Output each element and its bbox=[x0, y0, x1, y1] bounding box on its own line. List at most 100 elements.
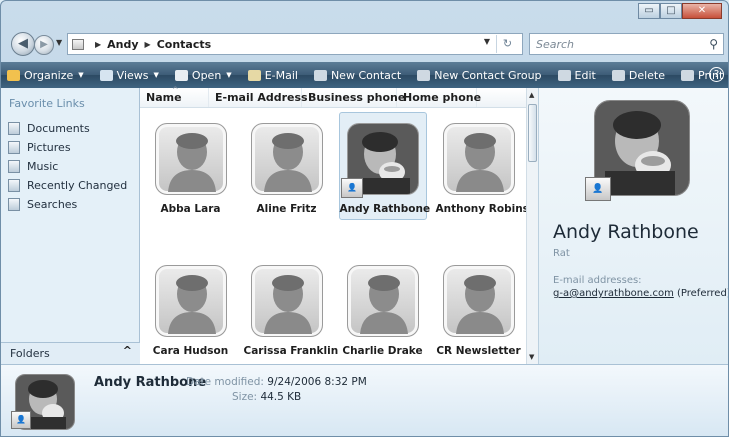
toolbar-views-button[interactable]: Views ▼ bbox=[99, 69, 159, 82]
contact-placeholder-icon bbox=[154, 265, 227, 337]
searches-icon bbox=[8, 198, 20, 211]
contact-name: Charlie Drake bbox=[342, 345, 423, 357]
organize-icon bbox=[7, 69, 20, 81]
close-button[interactable]: ✕ bbox=[682, 3, 722, 19]
preview-pane: 👤 Andy Rathbone Rat E-mail addresses: g-… bbox=[538, 88, 729, 364]
date-modified-label: Date modified: bbox=[186, 376, 264, 388]
contact-tile: CR Newsletter bbox=[435, 254, 523, 362]
favorite-links-title: Favorite Links bbox=[9, 97, 85, 110]
nav-item-label: Searches bbox=[27, 198, 78, 211]
contact-item[interactable]: CR Newsletter bbox=[431, 254, 526, 362]
navigation-pane: Favorite Links Documents Pictures Music Rec… bbox=[1, 88, 140, 364]
preview-email-link[interactable]: g-a@andyrathbone.com bbox=[553, 288, 674, 299]
nav-item-documents[interactable]: Documents bbox=[8, 119, 127, 138]
toolbar-label: Open bbox=[191, 68, 222, 82]
size-value: 44.5 KB bbox=[260, 391, 302, 403]
contact-item[interactable]: Anthony Robinson bbox=[431, 112, 544, 220]
scroll-down-icon[interactable]: ▼ bbox=[529, 353, 534, 361]
contacts-grid: Abba Lara Aline Fritz Andy Rathbone 👤 Anthon… bbox=[140, 108, 544, 364]
nav-item-label: Documents bbox=[27, 122, 90, 135]
nav-item-music[interactable]: Music bbox=[8, 157, 127, 176]
preview-nickname: Rat bbox=[553, 248, 570, 259]
column-header-email[interactable]: E-mail Address bbox=[209, 88, 308, 107]
nav-item-searches[interactable]: Searches bbox=[8, 195, 127, 214]
contact-item[interactable]: Aline Fritz bbox=[239, 112, 334, 220]
toolbar-new-contact-group-button[interactable]: New Contact Group bbox=[417, 69, 542, 82]
toolbar-label: New Contact bbox=[330, 68, 402, 82]
pictures-icon bbox=[8, 141, 20, 154]
toolbar-label: Delete bbox=[628, 68, 665, 82]
toolbar-e-mail-button[interactable]: E-Mail bbox=[247, 69, 298, 82]
chevron-right-icon[interactable]: ▶ bbox=[95, 40, 101, 49]
contact-item[interactable]: Charlie Drake bbox=[335, 254, 430, 362]
contact-name: Andy Rathbone bbox=[339, 203, 431, 215]
documents-icon bbox=[8, 122, 20, 135]
back-arrow-icon: ◀ bbox=[18, 36, 28, 51]
contact-name: Cara Hudson bbox=[152, 345, 229, 357]
contact-card-icon: 👤 bbox=[585, 177, 611, 201]
breadcrumb-contacts[interactable]: Contacts bbox=[157, 38, 211, 51]
nav-item-recently-changed[interactable]: Recently Changed bbox=[8, 176, 127, 195]
new-contact-icon bbox=[313, 69, 327, 81]
caption-buttons: ▭ □ ✕ bbox=[638, 3, 722, 19]
folders-bar[interactable]: Folders ^ bbox=[1, 342, 140, 364]
contact-placeholder-icon bbox=[250, 265, 323, 337]
contact-item[interactable]: Carissa Franklin bbox=[239, 254, 339, 362]
new-contact-group-icon bbox=[417, 69, 431, 81]
chevron-right-icon[interactable]: ▶ bbox=[145, 40, 151, 49]
column-header-home-phone[interactable]: Home phone bbox=[397, 88, 481, 107]
music-icon bbox=[8, 160, 20, 173]
scroll-up-icon[interactable]: ▲ bbox=[529, 91, 534, 99]
column-header-name[interactable]: ^ Name bbox=[140, 85, 209, 107]
date-modified-value: 9/24/2006 8:32 PM bbox=[267, 376, 367, 388]
chevron-down-icon: ▼ bbox=[153, 71, 159, 79]
column-header-label: Home phone bbox=[403, 91, 482, 104]
contact-tile: Aline Fritz bbox=[243, 112, 331, 220]
contact-item[interactable]: Andy Rathbone 👤 bbox=[335, 112, 430, 220]
scrollbar-thumb[interactable] bbox=[528, 104, 537, 162]
contact-item[interactable]: Cara Hudson bbox=[143, 254, 238, 362]
toolbar-new-contact-button[interactable]: New Contact bbox=[313, 68, 402, 82]
chevron-up-icon[interactable]: ^ bbox=[123, 344, 132, 357]
preview-email-line: g-a@andyrathbone.com (Preferred) bbox=[553, 288, 729, 299]
toolbar-delete-button[interactable]: Delete bbox=[611, 68, 665, 82]
favorite-links-list: Documents Pictures Music Recently Changed Se… bbox=[8, 119, 127, 214]
contact-name: Abba Lara bbox=[160, 203, 221, 215]
nav-item-label: Music bbox=[27, 160, 59, 173]
contact-placeholder-icon bbox=[154, 123, 227, 195]
contact-name: Carissa Franklin bbox=[243, 345, 339, 357]
search-icon[interactable]: ⚲ bbox=[709, 37, 718, 51]
refresh-button[interactable]: ↻ bbox=[496, 35, 518, 53]
address-bar[interactable]: ▶ Andy ▶ Contacts ▼ ↻ bbox=[67, 33, 523, 55]
contact-card-icon: 👤 bbox=[341, 178, 363, 198]
contact-tile: Anthony Robinson bbox=[435, 112, 544, 220]
folders-label: Folders bbox=[10, 347, 50, 360]
toolbar-organize-button[interactable]: Organize ▼ bbox=[7, 69, 84, 82]
toolbar-open-button[interactable]: Open ▼ bbox=[174, 68, 232, 82]
nav-item-pictures[interactable]: Pictures bbox=[8, 138, 127, 157]
contact-placeholder-icon bbox=[346, 265, 419, 337]
search-input[interactable]: Search ⚲ bbox=[529, 33, 724, 55]
help-icon[interactable]: ? bbox=[709, 67, 724, 82]
open-icon bbox=[174, 69, 188, 81]
contact-tile: Carissa Franklin bbox=[243, 254, 339, 362]
details-pane: 👤 Andy Rathbone Date modified: 9/24/2006… bbox=[1, 364, 728, 436]
toolbar-edit-button[interactable]: Edit bbox=[557, 69, 596, 82]
column-headers: ^ Name E-mail Address Business phone Hom… bbox=[140, 85, 526, 108]
breadcrumb-andy[interactable]: Andy bbox=[107, 38, 138, 51]
chevron-down-icon: ▼ bbox=[78, 71, 84, 79]
vertical-scrollbar[interactable]: ▲ ▼ bbox=[526, 88, 538, 364]
recent-pages-dropdown[interactable]: ▼ bbox=[56, 38, 62, 47]
preview-email-suffix: (Preferred) bbox=[677, 288, 729, 299]
maximize-button[interactable]: □ bbox=[660, 3, 682, 19]
column-header-label: E-mail Address bbox=[215, 91, 308, 104]
back-button[interactable]: ◀ bbox=[11, 32, 35, 56]
contact-name: CR Newsletter bbox=[436, 345, 521, 357]
column-header-business-phone[interactable]: Business phone bbox=[302, 88, 405, 107]
forward-button[interactable]: ▶ bbox=[34, 35, 54, 55]
address-dropdown-icon[interactable]: ▼ bbox=[484, 37, 490, 46]
contact-item[interactable]: Abba Lara bbox=[143, 112, 238, 220]
contact-placeholder-icon bbox=[442, 265, 515, 337]
minimize-button[interactable]: ▭ bbox=[638, 3, 660, 19]
explorer-window: ▭ □ ✕ ◀ ▶ ▼ ▶ Andy ▶ Contacts ▼ ↻ Search… bbox=[0, 0, 729, 437]
